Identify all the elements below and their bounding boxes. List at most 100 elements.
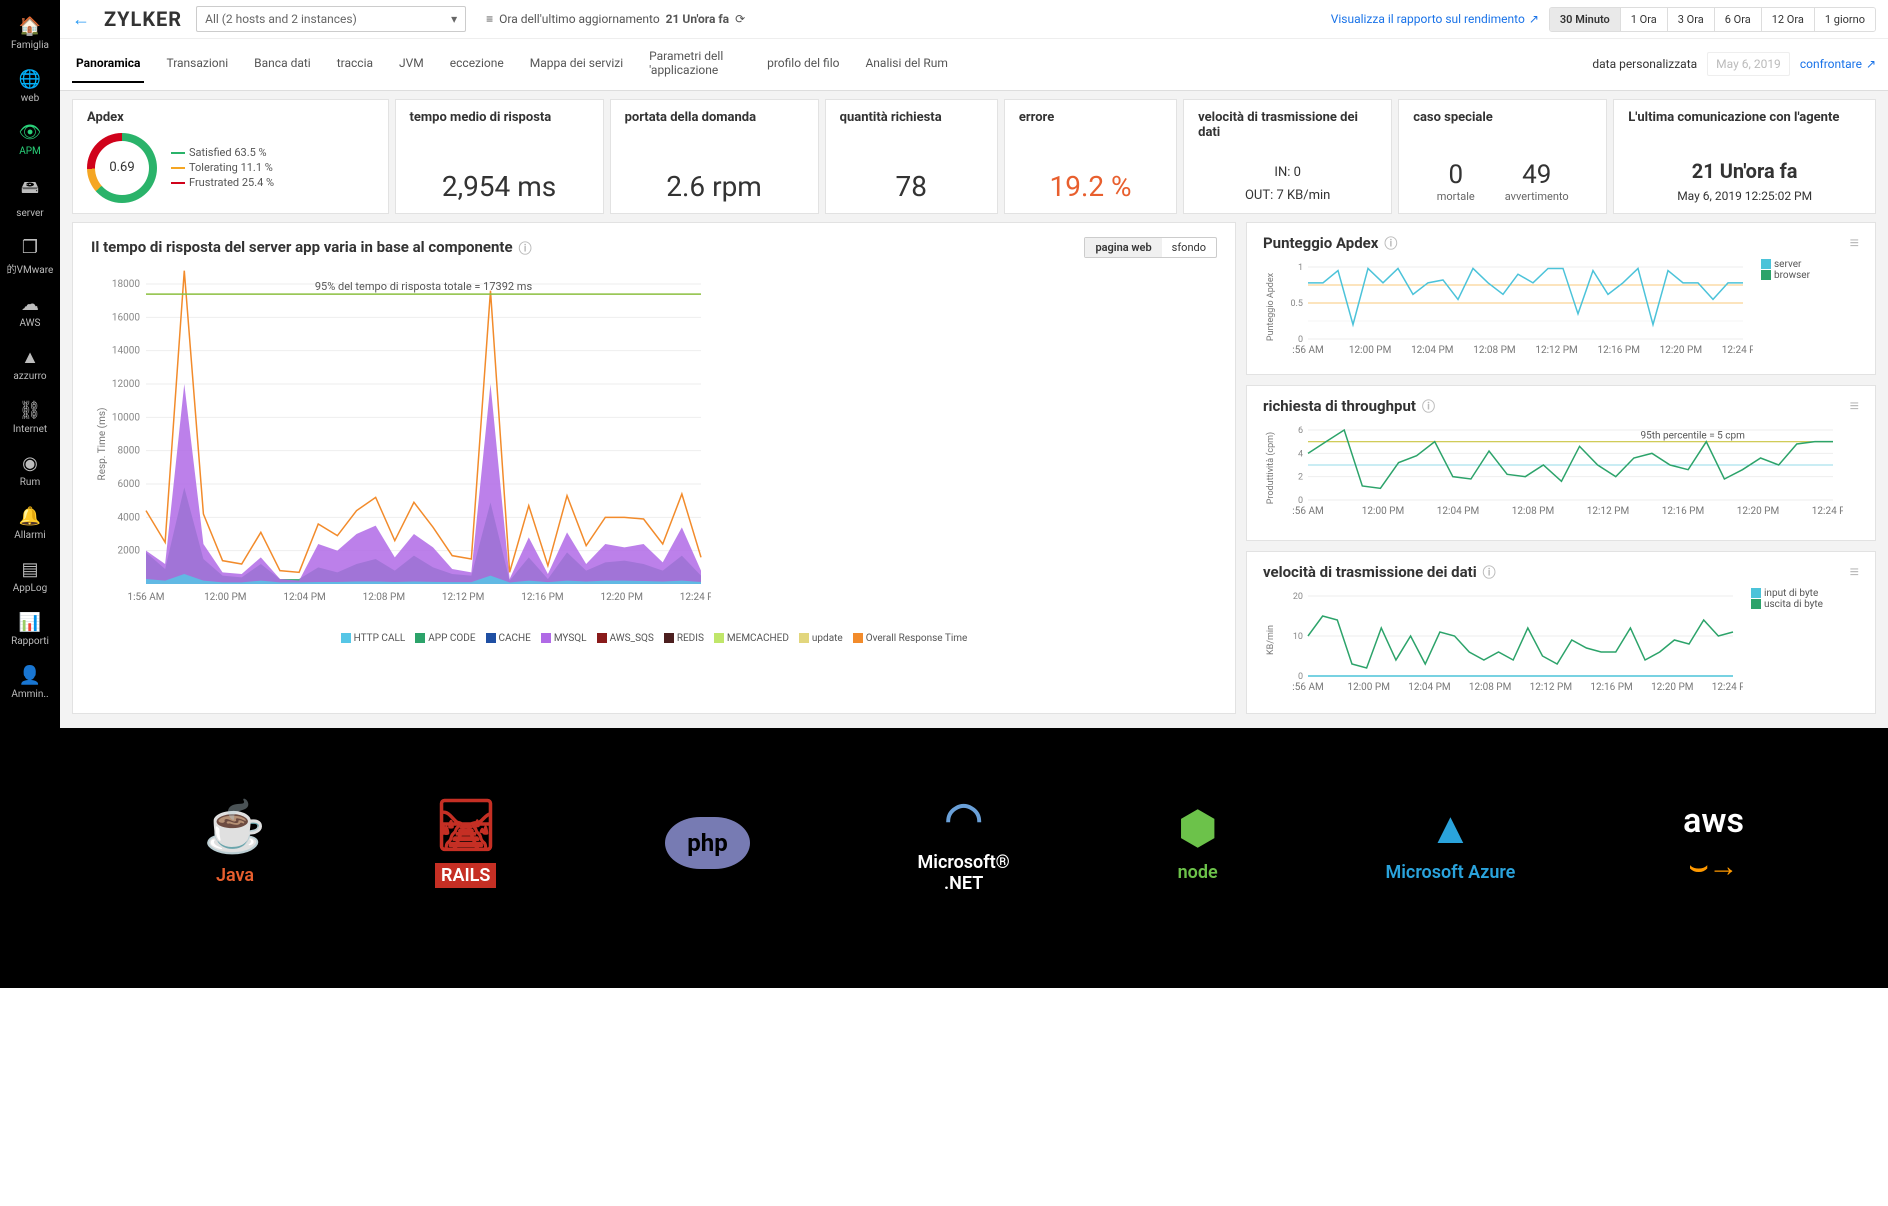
apdex-donut: 0.69 <box>87 133 157 203</box>
apdex-legend: Satisfied 63.5 % Tolerating 11.1 % Frust… <box>171 144 274 191</box>
svg-text::56 AM: :56 AM <box>1292 345 1323 356</box>
tab-trace[interactable]: traccia <box>333 46 377 82</box>
svg-text:12:00 PM: 12:00 PM <box>204 592 246 603</box>
svg-text:14000: 14000 <box>112 345 140 356</box>
tab-database[interactable]: Banca dati <box>250 46 315 82</box>
svg-text:12:04 PM: 12:04 PM <box>1411 345 1453 356</box>
kpi-row: Apdex 0.69 Satisfied 63.5 % Tolerating 1… <box>60 91 1888 222</box>
sidebar-item-aws[interactable]: ☁AWS <box>0 284 60 337</box>
response-time-chart: 2000400060008000100001200014000160001800… <box>91 264 711 624</box>
sidebar-item-rum[interactable]: ◉Rum <box>0 443 60 496</box>
tab-app-params[interactable]: Parametri dell 'applicazione <box>645 39 745 90</box>
svg-text:12:24 PM: 12:24 PM <box>1812 506 1843 517</box>
time-pill-30m[interactable]: 30 Minuto <box>1550 8 1621 31</box>
svg-text:12:12 PM: 12:12 PM <box>1535 345 1577 356</box>
info-icon[interactable]: ⓘ <box>1384 233 1397 252</box>
kpi-special-case: caso speciale 0mortale 49avvertimento <box>1398 99 1607 214</box>
kpi-response-time: tempo medio di risposta 2,954 ms <box>395 99 604 214</box>
sidebar-item-apm[interactable]: 👁APM <box>0 112 60 165</box>
svg-text:0: 0 <box>1298 496 1303 506</box>
svg-text:1:56 AM: 1:56 AM <box>127 592 164 603</box>
kpi-demand: portata della domanda 2.6 rpm <box>610 99 819 214</box>
time-pill-6h[interactable]: 6 Ora <box>1715 8 1762 31</box>
svg-text:10000: 10000 <box>112 412 140 423</box>
sidebar-item-admin[interactable]: 👤Ammin.. <box>0 655 60 708</box>
info-icon[interactable]: ⓘ <box>1483 562 1496 581</box>
sidebar-item-vmware[interactable]: ❐的VMware <box>0 227 60 284</box>
tech-rails: 🛤RAILS <box>434 797 497 888</box>
svg-text:Resp. Time (ms): Resp. Time (ms) <box>96 407 108 480</box>
sidebar-item-home[interactable]: 🏠Famiglia <box>0 6 60 59</box>
tech-aws: aws⌣→ <box>1683 801 1744 884</box>
sidebar-item-internet[interactable]: ⛓Internet <box>0 390 60 443</box>
svg-text:12:20 PM: 12:20 PM <box>1737 506 1779 517</box>
back-arrow-icon[interactable]: ← <box>72 9 90 30</box>
svg-text:12:20 PM: 12:20 PM <box>601 592 643 603</box>
azure-icon: ▲ <box>0 347 60 368</box>
svg-text:95% del tempo di risposta tota: 95% del tempo di risposta totale = 17392… <box>315 280 533 293</box>
svg-text:2000: 2000 <box>118 545 141 556</box>
svg-text:12:00 PM: 12:00 PM <box>1348 682 1390 693</box>
svg-text:12:12 PM: 12:12 PM <box>1587 506 1629 517</box>
internet-icon: ⛓ <box>0 400 60 421</box>
tab-transactions[interactable]: Transazioni <box>162 46 232 82</box>
sidebar-item-reports[interactable]: 📊Rapporti <box>0 602 60 655</box>
svg-text:12:24 PM: 12:24 PM <box>680 592 711 603</box>
globe-icon: 🌐 <box>0 69 60 90</box>
svg-text:12:08 PM: 12:08 PM <box>1469 682 1511 693</box>
chart-menu-icon[interactable]: ≡ <box>1850 562 1859 582</box>
svg-text:Produttività (cpm): Produttività (cpm) <box>1265 432 1276 504</box>
sidebar-item-web[interactable]: 🌐web <box>0 59 60 112</box>
svg-text:12000: 12000 <box>112 379 140 390</box>
svg-text:KB/min: KB/min <box>1266 625 1276 655</box>
svg-text:12:20 PM: 12:20 PM <box>1651 682 1693 693</box>
compare-link[interactable]: confrontare ↗ <box>1800 57 1876 71</box>
date-picker[interactable]: May 6, 2019 <box>1707 52 1790 76</box>
tech-dotnet: ◠Microsoft®.NET <box>918 792 1010 894</box>
sidebar: 🏠Famiglia 🌐web 👁APM 🖴server ❐的VMware ☁AW… <box>0 0 60 988</box>
chart-menu-icon[interactable]: ≡ <box>1850 233 1859 253</box>
tab-overview[interactable]: Panoramica <box>72 46 144 82</box>
app-name: ZYLKER <box>104 7 182 31</box>
svg-text:12:00 PM: 12:00 PM <box>1362 506 1404 517</box>
tab-thread-profile[interactable]: profilo del filo <box>763 46 843 82</box>
info-icon[interactable]: ⓘ <box>519 238 532 257</box>
info-icon[interactable]: ⓘ <box>1422 396 1435 415</box>
svg-text:16000: 16000 <box>112 312 140 323</box>
home-icon: 🏠 <box>0 16 60 37</box>
svg-text:12:08 PM: 12:08 PM <box>363 592 405 603</box>
host-select[interactable]: All (2 hosts and 2 instances) ▾ <box>196 6 466 32</box>
sidebar-item-azure[interactable]: ▲azzurro <box>0 337 60 390</box>
topbar: ← ZYLKER All (2 hosts and 2 instances) ▾… <box>60 0 1888 39</box>
chart-icon: 📊 <box>0 612 60 633</box>
svg-text:12:16 PM: 12:16 PM <box>1590 682 1632 693</box>
time-pill-12h[interactable]: 12 Ora <box>1762 8 1815 31</box>
tab-exception[interactable]: eccezione <box>446 46 508 82</box>
throughput-chart: 0246Produttività (cpm)95th percentile = … <box>1263 422 1843 527</box>
main-content: ← ZYLKER All (2 hosts and 2 instances) ▾… <box>60 0 1888 988</box>
sidebar-item-applog[interactable]: ▤AppLog <box>0 549 60 602</box>
sidebar-item-server[interactable]: 🖴server <box>0 165 60 227</box>
chart-menu-icon[interactable]: ≡ <box>1850 396 1859 416</box>
tab-service-map[interactable]: Mappa dei servizi <box>526 46 627 82</box>
kpi-apdex: Apdex 0.69 Satisfied 63.5 % Tolerating 1… <box>72 99 389 214</box>
data-rate-chart-panel: velocità di trasmissione dei datiⓘ ≡ 010… <box>1246 551 1876 714</box>
svg-text:2: 2 <box>1298 472 1303 482</box>
tab-rum-analysis[interactable]: Analisi del Rum <box>861 46 951 82</box>
toggle-bg[interactable]: sfondo <box>1162 238 1216 257</box>
time-pill-1d[interactable]: 1 giorno <box>1815 8 1875 31</box>
tech-java: ☕Java <box>204 799 266 886</box>
aws-icon: ☁ <box>0 294 60 315</box>
refresh-icon[interactable]: ⟳ <box>735 12 745 26</box>
svg-text:Punteggio Apdex: Punteggio Apdex <box>1266 272 1276 341</box>
svg-text:12:24 PM: 12:24 PM <box>1712 682 1743 693</box>
tab-jvm[interactable]: JVM <box>395 46 428 82</box>
time-pill-1h[interactable]: 1 Ora <box>1621 8 1668 31</box>
toggle-web[interactable]: pagina web <box>1085 238 1161 257</box>
time-pill-3h[interactable]: 3 Ora <box>1668 8 1715 31</box>
svg-text:18000: 18000 <box>112 279 140 290</box>
sidebar-item-alarms[interactable]: 🔔Allarmi <box>0 496 60 549</box>
custom-date-label: data personalizzata <box>1592 57 1697 71</box>
svg-text:12:08 PM: 12:08 PM <box>1512 506 1554 517</box>
view-report-link[interactable]: Visualizza il rapporto sul rendimento ↗ <box>1331 12 1539 26</box>
